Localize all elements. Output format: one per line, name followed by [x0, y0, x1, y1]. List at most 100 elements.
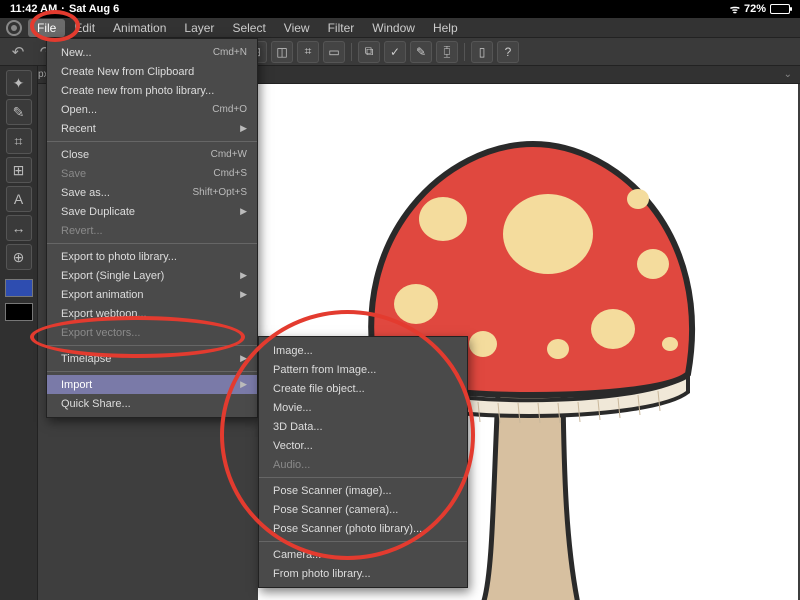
menu-shortcut: Cmd+N [213, 47, 247, 58]
menu-item-label: Pattern from Image... [273, 364, 376, 376]
menu-item-label: Create new from photo library... [61, 85, 214, 97]
tool-button-2[interactable]: ⌗ [6, 128, 32, 154]
file-menu-item-close[interactable]: Close Cmd+W [47, 145, 257, 164]
import-menu-item-image[interactable]: Image... [259, 341, 467, 360]
toolbar-button-15[interactable]: ? [497, 41, 519, 63]
chevron-right-icon: ▶ [240, 289, 247, 300]
battery-text: 72% [744, 3, 766, 15]
chevron-right-icon: ▶ [240, 379, 247, 390]
file-menu-item-save: Save Cmd+S [47, 164, 257, 183]
menu-item-label: Save [61, 168, 86, 180]
status-date: Sat Aug 6 [69, 3, 119, 15]
menubar-item-file[interactable]: File [28, 19, 65, 37]
chevron-right-icon: ▶ [240, 123, 247, 134]
file-menu-item-export-animation[interactable]: Export animation▶ [47, 285, 257, 304]
tool-button-1[interactable]: ✎ [6, 99, 32, 125]
menu-item-label: Pose Scanner (camera)... [273, 504, 398, 516]
undo-button[interactable]: ↶ [6, 41, 30, 63]
menubar-item-window[interactable]: Window [363, 19, 424, 37]
file-menu-item-open[interactable]: Open...Cmd+O [47, 100, 257, 119]
menu-shortcut: Cmd+W [211, 149, 247, 160]
menu-item-label: Recent [61, 123, 96, 135]
menubar-item-layer[interactable]: Layer [175, 19, 223, 37]
toolbar-button-10[interactable]: ⧉ [358, 41, 380, 63]
toolbar-button-8[interactable]: ⌗ [297, 41, 319, 63]
menu-item-label: Import [61, 379, 92, 391]
menubar-item-animation[interactable]: Animation [104, 19, 175, 37]
import-menu-item-pose-scanner-camera[interactable]: Pose Scanner (camera)... [259, 500, 467, 519]
file-menu-item-save-duplicate[interactable]: Save Duplicate ▶ [47, 202, 257, 221]
file-menu-item-import[interactable]: Import ▶ [47, 375, 257, 394]
menubar-item-help[interactable]: Help [424, 19, 467, 37]
menu-item-label: Timelapse [61, 353, 111, 365]
import-menu-item-pattern-from-image[interactable]: Pattern from Image... [259, 360, 467, 379]
menu-item-label: Save Duplicate [61, 206, 135, 218]
foreground-color-swatch[interactable] [5, 279, 33, 297]
file-menu-item-create-new-from-clipboard[interactable]: Create New from Clipboard [47, 62, 257, 81]
tool-button-5[interactable]: ↔ [6, 215, 32, 241]
chevron-right-icon: ▶ [240, 206, 247, 217]
battery-icon [770, 4, 790, 14]
import-menu-item-pose-scanner-image[interactable]: Pose Scanner (image)... [259, 481, 467, 500]
toolbar-button-14[interactable]: ▯ [471, 41, 493, 63]
menubar-item-edit[interactable]: Edit [65, 19, 104, 37]
menu-item-label: Audio... [273, 459, 310, 471]
status-time: 11:42 AM [10, 3, 57, 15]
menubar-item-view[interactable]: View [275, 19, 319, 37]
file-menu-item-new[interactable]: New... Cmd+N [47, 43, 257, 62]
menu-item-label: New... [61, 47, 92, 59]
menu-item-label: Revert... [61, 225, 103, 237]
file-menu-item-save-as[interactable]: Save as... Shift+Opt+S [47, 183, 257, 202]
menu-item-label: Close [61, 149, 89, 161]
file-menu-item-quick-share[interactable]: Quick Share... [47, 394, 257, 413]
menu-item-label: Camera... [273, 549, 321, 561]
menu-item-label: Image... [273, 345, 313, 357]
menubar-item-filter[interactable]: Filter [319, 19, 364, 37]
menu-shortcut: Shift+Opt+S [193, 187, 247, 198]
toolbar-button-11[interactable]: ✓ [384, 41, 406, 63]
tool-button-3[interactable]: ⊞ [6, 157, 32, 183]
import-menu-item-from-photo-library[interactable]: From photo library... [259, 564, 467, 583]
app-logo-icon[interactable] [6, 20, 22, 36]
menu-shortcut: Cmd+O [212, 104, 247, 115]
import-menu-item-pose-scanner-photo-library[interactable]: Pose Scanner (photo library)... [259, 519, 467, 538]
toolbar-button-12[interactable]: ✎ [410, 41, 432, 63]
menu-item-label: Pose Scanner (image)... [273, 485, 392, 497]
tool-button-6[interactable]: ⊕ [6, 244, 32, 270]
menu-item-label: Create file object... [273, 383, 365, 395]
menu-item-label: Export vectors... [61, 327, 140, 339]
toolbar-button-13[interactable]: ⧮ [436, 41, 458, 63]
file-menu-item-export-to-photo-library[interactable]: Export to photo library... [47, 247, 257, 266]
menubar-item-select[interactable]: Select [223, 19, 274, 37]
file-menu-item-export-single-layer[interactable]: Export (Single Layer)▶ [47, 266, 257, 285]
file-menu-item-recent[interactable]: Recent ▶ [47, 119, 257, 138]
file-menu-item-create-new-from-photo-library[interactable]: Create new from photo library... [47, 81, 257, 100]
import-menu-item-3d-data[interactable]: 3D Data... [259, 417, 467, 436]
import-menu-item-camera[interactable]: Camera... [259, 545, 467, 564]
menu-shortcut: Cmd+S [213, 168, 247, 179]
menu-item-label: Quick Share... [61, 398, 131, 410]
menu-item-label: Export to photo library... [61, 251, 177, 263]
import-menu-item-movie[interactable]: Movie... [259, 398, 467, 417]
toolbar-button-7[interactable]: ◫ [271, 41, 293, 63]
menu-item-label: Movie... [273, 402, 312, 414]
tool-button-0[interactable]: ✦ [6, 70, 32, 96]
file-menu-item-export-webtoon[interactable]: Export webtoon... [47, 304, 257, 323]
import-menu-item-create-file-object[interactable]: Create file object... [259, 379, 467, 398]
file-menu-item-timelapse[interactable]: Timelapse ▶ [47, 349, 257, 368]
chevron-right-icon: ▶ [240, 353, 247, 364]
menubar: FileEditAnimationLayerSelectViewFilterWi… [0, 18, 800, 38]
import-menu-item-vector[interactable]: Vector... [259, 436, 467, 455]
menu-item-label: Vector... [273, 440, 313, 452]
file-menu: New... Cmd+N Create New from Clipboard Crea… [46, 38, 258, 418]
background-color-swatch[interactable] [5, 303, 33, 321]
tool-palette: ✦ ✎ ⌗ ⊞ A ↔ ⊕ [0, 66, 38, 600]
chevron-down-icon[interactable]: ⌄ [784, 69, 792, 80]
menu-item-label: Export webtoon... [61, 308, 147, 320]
menu-item-label: From photo library... [273, 568, 371, 580]
menu-item-label: Save as... [61, 187, 110, 199]
toolbar-button-9[interactable]: ▭ [323, 41, 345, 63]
tool-button-4[interactable]: A [6, 186, 32, 212]
import-submenu: Image... Pattern from Image... Create file… [258, 336, 468, 588]
wifi-icon: ᯤ [730, 2, 740, 17]
